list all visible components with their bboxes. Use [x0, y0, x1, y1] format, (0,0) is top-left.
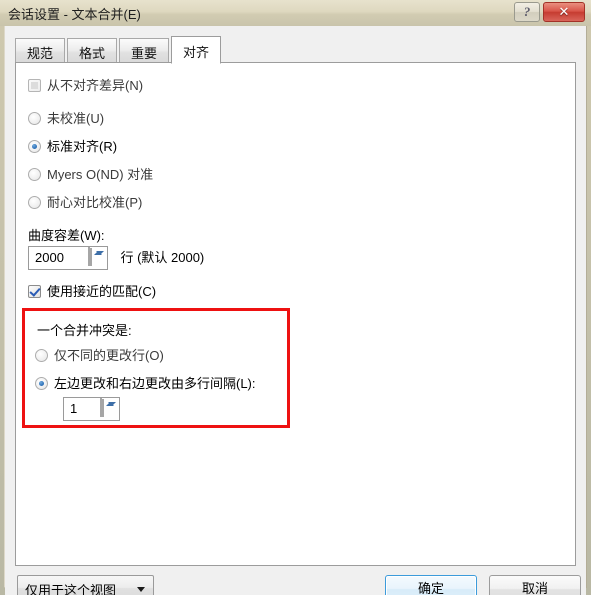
merge-conflict-group-highlight: 一个合并冲突是: 仅不同的更改行(O) 左边更改和右边更改由多行间隔(L): 1 — [22, 308, 290, 428]
use-near-match-row[interactable]: 使用接近的匹配(C) — [28, 281, 156, 300]
radio-row-uncalibrated[interactable]: 未校准(U) — [28, 108, 104, 127]
spinner-down-arrow-icon[interactable] — [90, 248, 92, 266]
radio-row-only-different-lines[interactable]: 仅不同的更改行(O) — [35, 345, 164, 364]
radio-left-right-spaced-label: 左边更改和右边更改由多行间隔(L): — [54, 376, 256, 391]
scope-dropdown[interactable]: 仅用于这个视图 — [17, 575, 154, 595]
dialog-footer: 仅用于这个视图 确定 取消 — [5, 567, 586, 595]
scope-dropdown-value: 仅用于这个视图 — [25, 583, 117, 595]
curvature-label: 曲度容差(W): — [28, 228, 105, 243]
radio-standard-align-label: 标准对齐(R) — [47, 139, 118, 154]
never-align-label: 从不对齐差异(N) — [47, 78, 144, 93]
radio-patience-compare[interactable] — [28, 196, 41, 209]
curvature-spinner[interactable]: 2000 — [28, 246, 108, 270]
conflict-spacing-spinner[interactable]: 1 — [63, 397, 120, 421]
curvature-spinner-buttons[interactable] — [88, 247, 106, 268]
spinner-down-arrow-icon[interactable] — [102, 399, 104, 417]
radio-only-different-lines-label: 仅不同的更改行(O) — [54, 348, 164, 363]
chevron-down-icon — [137, 587, 145, 592]
use-near-match-checkbox[interactable] — [28, 285, 41, 298]
conflict-spacing-field-row: 1 — [63, 397, 120, 421]
tab-duiqi[interactable]: 对齐 — [171, 36, 222, 64]
curvature-spinner-value: 2000 — [35, 250, 64, 265]
radio-row-patience[interactable]: 耐心对比校准(P) — [28, 192, 142, 211]
conflict-spacing-spinner-value: 1 — [70, 401, 78, 416]
use-near-match-label: 使用接近的匹配(C) — [47, 284, 157, 299]
dialog-window: 会话设置 - 文本合并(E) ? ✕ 规范 格式 重要 对齐 从不对齐差异(N)… — [0, 0, 591, 595]
radio-row-myers[interactable]: Myers O(ND) 对准 — [28, 164, 153, 183]
tab-geshi[interactable]: 格式 — [67, 38, 118, 64]
radio-myers-ond-label: Myers O(ND) 对准 — [47, 167, 154, 182]
tab-strip: 规范 格式 重要 对齐 — [15, 36, 223, 64]
tab-zhongyao[interactable]: 重要 — [119, 38, 170, 64]
never-align-row[interactable]: 从不对齐差异(N) — [28, 75, 143, 94]
tab-guifan[interactable]: 规范 — [15, 38, 66, 64]
radio-uncalibrated[interactable] — [28, 112, 41, 125]
curvature-suffix-label: 行 (默认 2000) — [120, 250, 205, 266]
ok-button[interactable]: 确定 — [385, 575, 477, 595]
conflict-group-title: 一个合并冲突是: — [37, 323, 132, 338]
cancel-button[interactable]: 取消 — [489, 575, 581, 595]
dialog-client-area: 规范 格式 重要 对齐 从不对齐差异(N) 未校准(U) 标准对齐(R) Mye… — [4, 26, 587, 595]
curvature-field-row: 2000 行 (默认 2000) — [28, 246, 204, 270]
radio-left-right-spaced[interactable] — [35, 377, 48, 390]
help-icon-button[interactable]: ? — [514, 2, 540, 22]
close-icon-button[interactable]: ✕ — [543, 2, 585, 22]
tab-panel-alignment: 从不对齐差异(N) 未校准(U) 标准对齐(R) Myers O(ND) 对准 … — [15, 62, 576, 566]
radio-patience-compare-label: 耐心对比校准(P) — [47, 195, 143, 210]
window-title: 会话设置 - 文本合并(E) — [8, 7, 141, 22]
radio-only-different-lines[interactable] — [35, 349, 48, 362]
conflict-spacing-spinner-buttons[interactable] — [100, 398, 118, 419]
title-bar: 会话设置 - 文本合并(E) ? ✕ — [0, 0, 591, 26]
radio-standard-align[interactable] — [28, 140, 41, 153]
radio-row-standard[interactable]: 标准对齐(R) — [28, 136, 117, 155]
radio-uncalibrated-label: 未校准(U) — [47, 111, 105, 126]
radio-myers-ond[interactable] — [28, 168, 41, 181]
radio-row-left-right-spaced[interactable]: 左边更改和右边更改由多行间隔(L): — [35, 373, 256, 392]
never-align-checkbox[interactable] — [28, 79, 41, 92]
